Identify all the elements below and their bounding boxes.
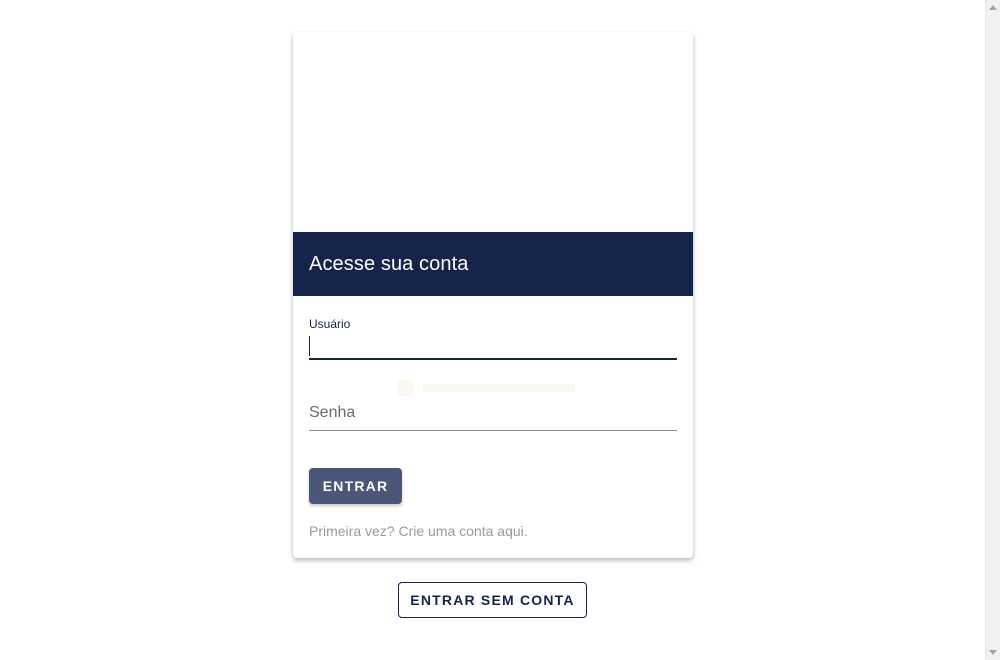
scroll-down-arrow-icon[interactable] bbox=[989, 650, 997, 655]
card-media bbox=[293, 32, 693, 232]
username-label: Usuário bbox=[309, 317, 351, 331]
login-card: Acesse sua conta Usuário Senha ENTRAR Pr… bbox=[293, 32, 693, 558]
card-title: Acesse sua conta bbox=[309, 253, 469, 275]
signup-link[interactable]: Primeira vez? Crie uma conta aqui. bbox=[309, 523, 528, 539]
password-underline bbox=[309, 430, 677, 431]
scroll-up-arrow-icon[interactable] bbox=[989, 5, 997, 10]
text-caret bbox=[309, 336, 310, 356]
password-placeholder: Senha bbox=[309, 404, 356, 421]
username-input[interactable] bbox=[309, 334, 677, 360]
password-field[interactable]: Senha bbox=[309, 394, 677, 431]
faded-hint-text bbox=[423, 384, 575, 392]
card-header: Acesse sua conta bbox=[293, 232, 693, 296]
vertical-scrollbar[interactable] bbox=[985, 0, 1000, 660]
username-field[interactable]: Usuário bbox=[309, 314, 677, 360]
submit-button[interactable]: ENTRAR bbox=[309, 468, 402, 504]
username-underline bbox=[309, 358, 677, 360]
page: Acesse sua conta Usuário Senha ENTRAR Pr… bbox=[0, 0, 1000, 660]
guest-login-button[interactable]: ENTRAR SEM CONTA bbox=[398, 582, 587, 618]
